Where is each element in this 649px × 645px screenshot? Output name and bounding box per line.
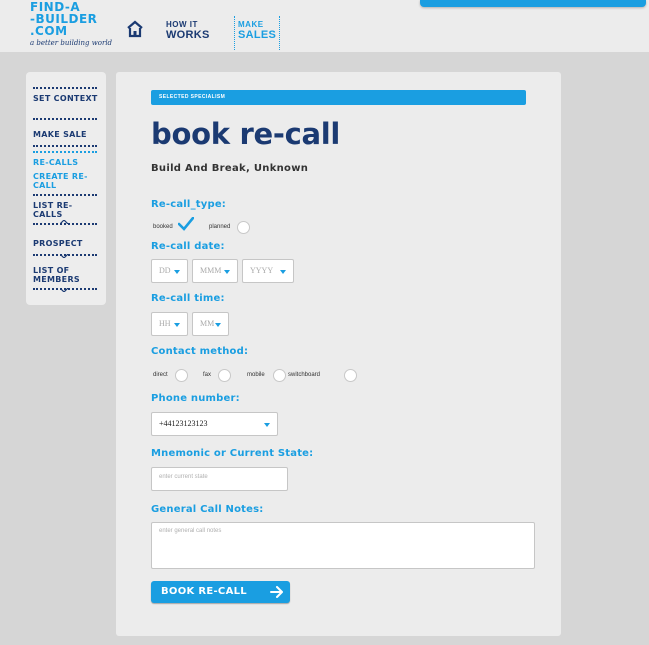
company-name: Build And Break, Unknown <box>151 163 309 174</box>
recall-type-planned-radio[interactable] <box>237 221 250 234</box>
nav-make-sales[interactable]: MAKE SALES <box>238 20 276 42</box>
sidebar-item-set-context[interactable]: SET CONTEXT <box>33 94 99 103</box>
mnemonic-input[interactable]: enter current state <box>151 467 288 491</box>
recall-time-label: Re-call time: <box>151 293 225 304</box>
recall-date-year-select[interactable]: YYYY <box>242 259 294 283</box>
sidebar-item-prospect[interactable]: PROSPECT <box>33 239 99 248</box>
sidebar-divider <box>33 223 97 225</box>
caret-down-icon <box>280 270 286 274</box>
contact-fax-label: fax <box>203 372 212 378</box>
day-select-value: DD <box>159 266 171 275</box>
year-select-value: YYYY <box>250 266 274 275</box>
chevron-down-icon <box>60 288 68 292</box>
book-recall-panel: SELECTED SPECIALISM book re-call Build A… <box>116 72 561 636</box>
sidebar-item-create-re-call[interactable]: CREATE RE-CALL <box>33 172 99 190</box>
nav-sales-small: MAKE <box>238 20 264 29</box>
book-recall-button-label: BOOK RE-CALL <box>161 586 247 597</box>
home-icon[interactable] <box>126 20 144 38</box>
mnemonic-label: Mnemonic or Current State: <box>151 448 314 459</box>
mnemonic-placeholder: enter current state <box>159 474 208 480</box>
logo-tagline: a better building world <box>30 39 113 47</box>
caret-down-icon <box>174 270 180 274</box>
minute-select-value: MM <box>200 319 215 328</box>
sidebar-item-list-of-members[interactable]: LIST OF MEMBERS <box>33 266 99 284</box>
caret-down-icon <box>264 423 270 427</box>
sidebar-divider <box>33 118 97 120</box>
hour-select-value: HH <box>159 319 171 328</box>
phone-number-label: Phone number: <box>151 393 240 404</box>
contact-switchboard-radio[interactable] <box>344 369 357 382</box>
caret-down-icon <box>174 323 180 327</box>
sidebar-divider <box>33 194 97 196</box>
sidebar-nav: SET CONTEXT MAKE SALE RE-CALLS CREATE RE… <box>26 72 106 305</box>
general-notes-textarea[interactable]: enter general call notes <box>151 522 535 569</box>
notes-placeholder: enter general call notes <box>159 528 222 534</box>
recall-time-hour-select[interactable]: HH <box>151 312 188 336</box>
phone-number-select[interactable]: +44123123123 <box>151 412 278 436</box>
caret-down-icon <box>215 323 221 327</box>
recall-type-booked-label: booked <box>153 224 173 230</box>
sidebar-divider <box>33 151 97 153</box>
recall-date-day-select[interactable]: DD <box>151 259 188 283</box>
nav-how-big: WORKS <box>166 29 210 41</box>
sidebar-item-make-sale[interactable]: MAKE SALE <box>33 130 99 139</box>
recall-type-label: Re-call_type: <box>151 199 227 210</box>
contact-direct-radio[interactable] <box>175 369 188 382</box>
month-select-value: MMM <box>200 266 222 275</box>
contact-fax-radio[interactable] <box>218 369 231 382</box>
general-notes-label: General Call Notes: <box>151 504 264 515</box>
book-recall-button[interactable]: BOOK RE-CALL <box>151 581 290 603</box>
contact-direct-label: direct <box>153 372 168 378</box>
sidebar-item-re-calls[interactable]: RE-CALLS <box>33 158 99 167</box>
phone-number-value: +44123123123 <box>159 419 208 428</box>
sidebar-divider <box>33 87 97 89</box>
contact-switchboard-label: switchboard <box>288 372 321 378</box>
caret-down-icon <box>224 270 230 274</box>
nav-how-it-works[interactable]: HOW IT WORKS <box>166 20 210 42</box>
nav-how-small: HOW IT <box>166 20 198 29</box>
contact-method-label: Contact method: <box>151 346 249 357</box>
nav-sales-big: SALES <box>238 29 277 41</box>
site-header: FIND-A -BUILDER .COM a better building w… <box>0 0 649 52</box>
account-menu-strip[interactable] <box>420 0 646 7</box>
sidebar-item-list-re-calls[interactable]: LIST RE-CALLS <box>33 201 99 219</box>
recall-date-label: Re-call date: <box>151 241 225 252</box>
recall-type-planned-label: planned <box>209 224 231 230</box>
contact-mobile-radio[interactable] <box>273 369 286 382</box>
recall-time-minute-select[interactable]: MM <box>192 312 229 336</box>
site-logo[interactable]: FIND-A -BUILDER .COM a better building w… <box>30 1 114 47</box>
recall-date-month-select[interactable]: MMM <box>192 259 238 283</box>
sidebar-divider <box>33 145 97 147</box>
contact-mobile-label: mobile <box>247 372 265 378</box>
checkmark-icon[interactable] <box>178 217 194 231</box>
page-title: book re-call <box>151 117 341 151</box>
arrow-right-icon <box>270 586 283 598</box>
logo-text-3: .COM <box>30 24 68 38</box>
chevron-down-icon <box>60 254 68 258</box>
selected-specialism-bar[interactable]: SELECTED SPECIALISM <box>151 90 526 105</box>
